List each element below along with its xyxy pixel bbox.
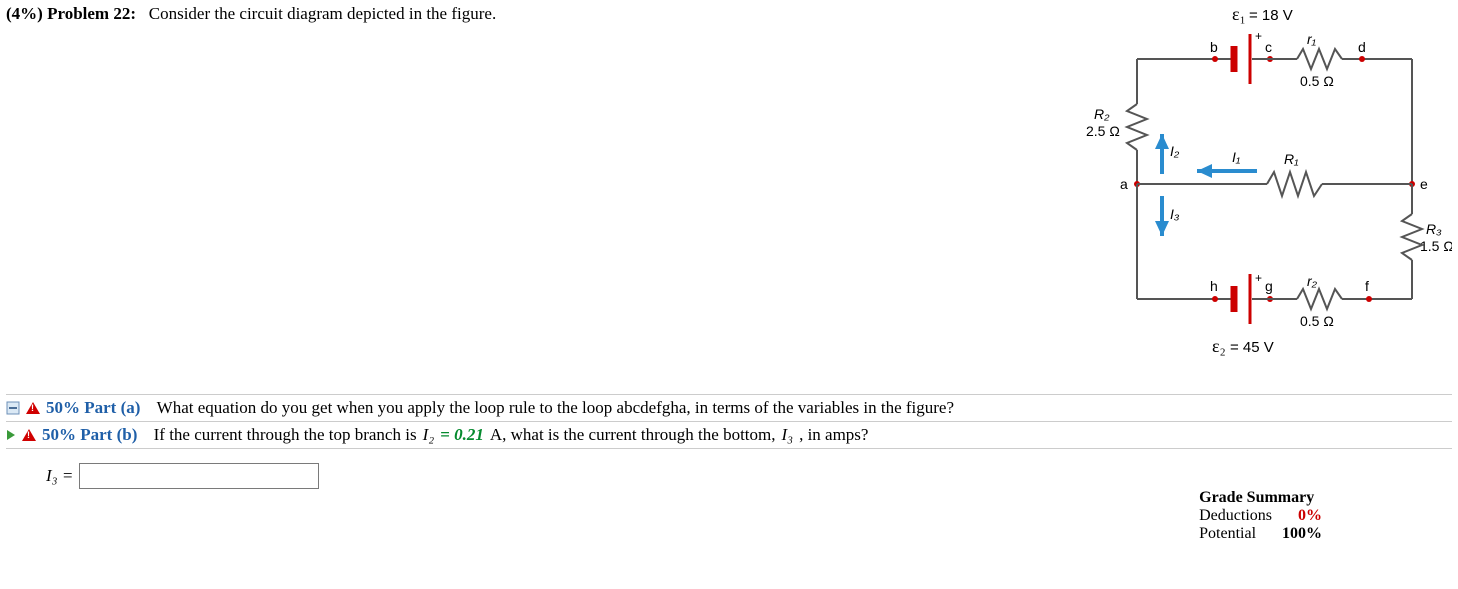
answer-lhs: I₃ = [46,466,73,486]
grade-summary: Grade Summary Deductions 0% Potential 10… [1199,489,1332,543]
collapse-icon [6,401,20,415]
node-d: d [1358,39,1366,55]
problem-text: Consider the circuit diagram depicted in… [149,4,496,23]
r3-label: R₃ [1426,221,1442,237]
node-g: g [1265,278,1273,294]
answer-input[interactable] [79,463,319,489]
node-h: h [1210,278,1218,294]
part-b-text-post: , in amps? [799,425,868,445]
e1-symbol: ε₁ [1232,4,1246,24]
e1-value: = 18 V [1249,7,1293,24]
part-b-row[interactable]: 50% Part (b) If the current through the … [6,421,1452,449]
r2cap-label: R₂ [1094,106,1110,122]
circuit-figure: ε₁ = 18 V + b c r₁ 0.5 Ω d [1082,4,1452,364]
r1-value: 0.5 Ω [1300,73,1334,89]
part-b-text-mid: A, what is the current through the botto… [490,425,776,445]
node-a: a [1120,176,1128,192]
grade-potential-label: Potential [1199,525,1282,543]
problem-weight: (4%) [6,4,43,23]
node-b: b [1210,39,1218,55]
e2-symbol: ε₂ [1212,336,1226,356]
part-b-label: 50% Part (b) [42,425,137,445]
grade-potential-value: 100% [1282,525,1332,543]
grade-deduct-value: 0% [1282,507,1332,525]
parts-list: 50% Part (a) What equation do you get wh… [6,394,1452,449]
grade-title: Grade Summary [1199,489,1332,507]
node-e: e [1420,176,1428,192]
i1-label: I₁ [1232,149,1241,165]
warning-icon [22,429,36,441]
r2cap-value: 2.5 Ω [1086,123,1120,139]
part-a-label: 50% Part (a) [46,398,140,418]
problem-label: Problem 22: [47,4,136,23]
part-b-i2: I₂ [423,425,435,445]
part-a-text: What equation do you get when you apply … [157,398,954,418]
r3-value: 1.5 Ω [1420,238,1452,254]
node-c: c [1265,39,1272,55]
part-b-text-pre: If the current through the top branch is [154,425,417,445]
part-a-row[interactable]: 50% Part (a) What equation do you get wh… [6,394,1452,421]
part-b-i3: I₃ [781,425,793,445]
i3-label: I₃ [1170,206,1180,222]
warning-icon [26,402,40,414]
r2-label: r₂ [1307,273,1318,289]
node-f: f [1365,278,1369,294]
part-b-given: = 0.21 [440,425,484,445]
e2-value: = 45 V [1230,339,1274,356]
i2-label: I₂ [1170,143,1180,159]
r1-label: r₁ [1307,31,1317,47]
r2-value: 0.5 Ω [1300,313,1334,329]
play-icon [6,429,16,441]
e1-plus: + [1255,29,1262,43]
r1cap-label: R₁ [1284,151,1299,167]
grade-deduct-label: Deductions [1199,507,1282,525]
e2-plus: + [1255,271,1262,285]
